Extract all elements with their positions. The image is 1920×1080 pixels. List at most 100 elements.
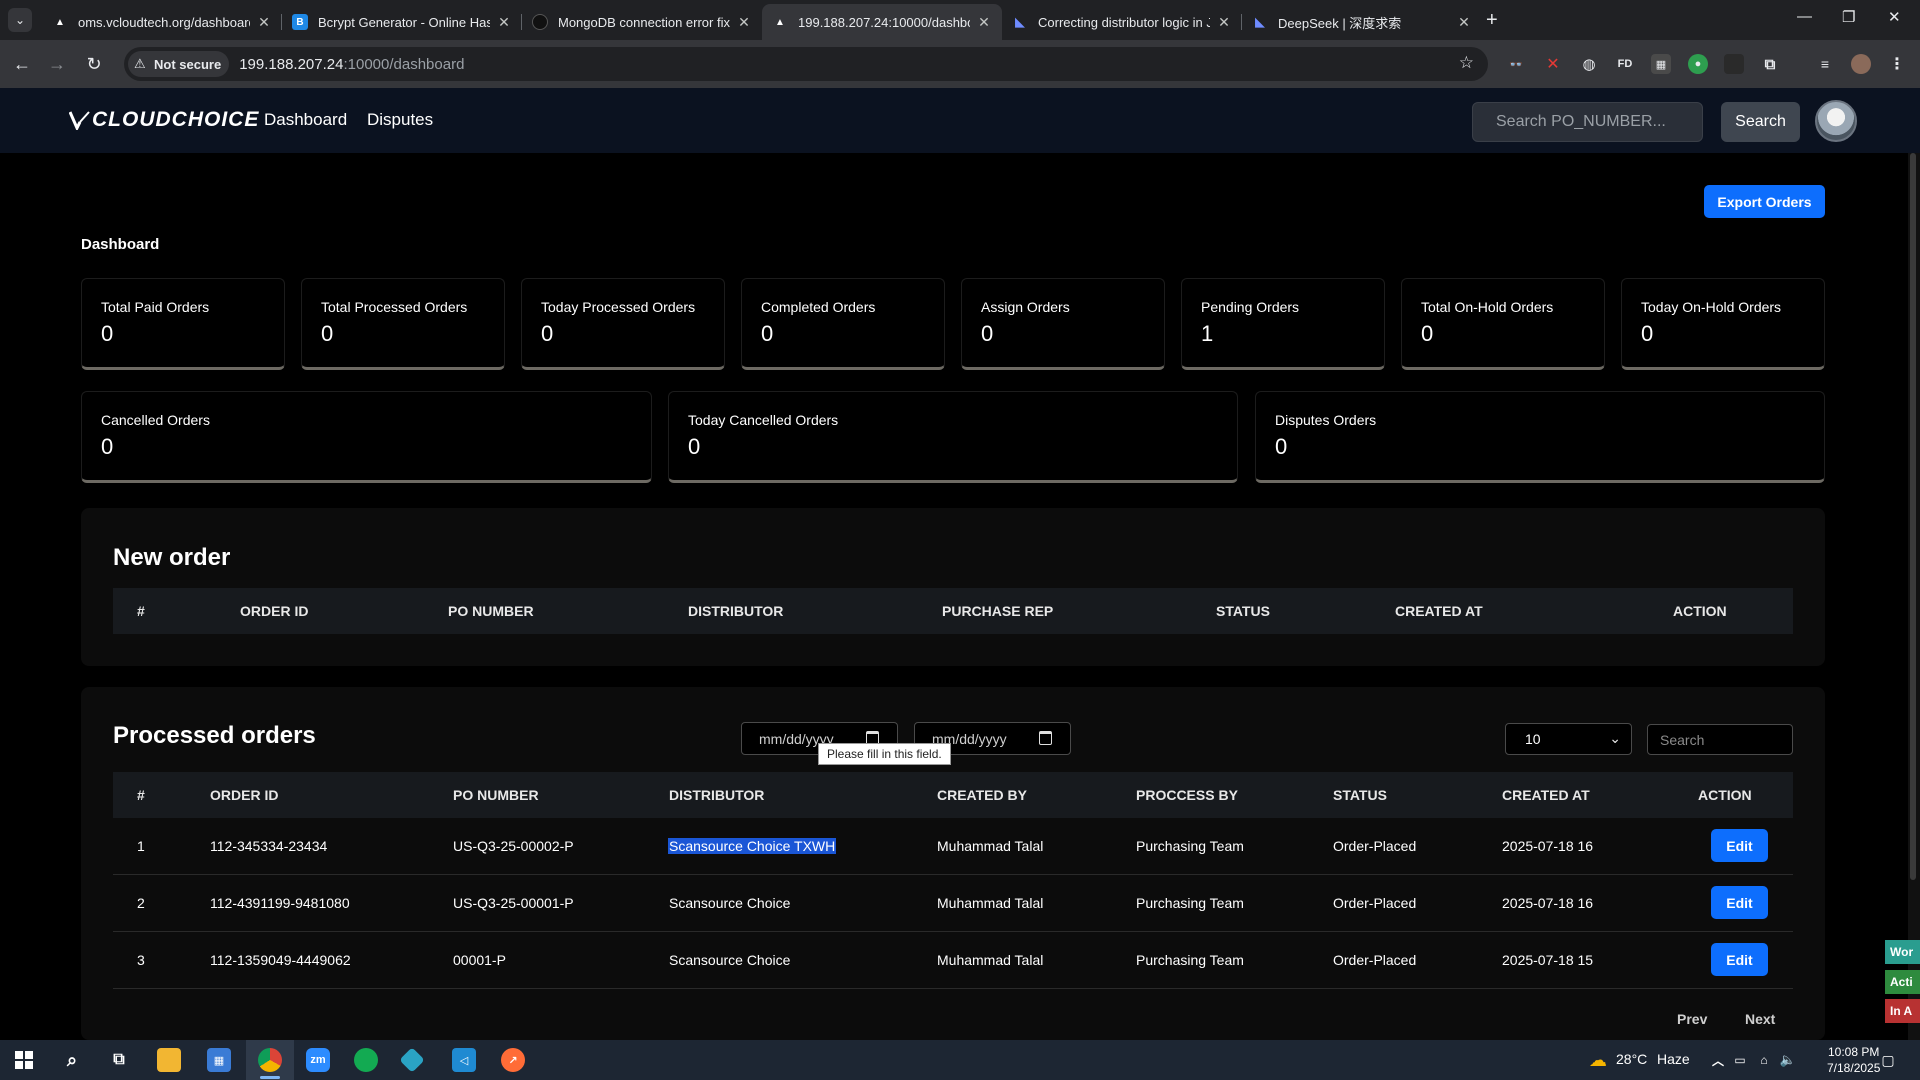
puzzle-ext-icon[interactable]: ⧉ xyxy=(1760,54,1780,74)
file-explorer-icon[interactable] xyxy=(157,1048,181,1072)
status: Order-Placed xyxy=(1333,838,1417,854)
search-icon[interactable]: ⌕ xyxy=(60,1048,84,1072)
edit-button[interactable]: Edit xyxy=(1711,829,1768,862)
back-icon[interactable]: ← xyxy=(10,52,34,76)
close-tab-icon[interactable]: ✕ xyxy=(976,14,992,31)
col-header: PO NUMBER xyxy=(453,787,539,803)
order-id: 112-4391199-9481080 xyxy=(210,895,350,911)
forward-icon[interactable]: → xyxy=(45,52,69,76)
triangle-icon: ▲ xyxy=(775,16,785,28)
browser-tab[interactable]: ◣ Correcting distributor logic in Jo ✕ xyxy=(1002,4,1242,40)
side-tab-active[interactable]: Acti xyxy=(1885,970,1920,994)
browser-tab[interactable]: B Bcrypt Generator - Online Hash ✕ xyxy=(282,4,522,40)
export-orders-button[interactable]: Export Orders xyxy=(1704,185,1825,218)
close-window-icon[interactable]: ✕ xyxy=(1888,8,1901,26)
close-tab-icon[interactable]: ✕ xyxy=(496,14,512,31)
close-tab-icon[interactable]: ✕ xyxy=(1216,14,1232,31)
address-bar[interactable]: ⚠ Not secure 199.188.207.24:10000/dashbo… xyxy=(124,47,1488,81)
stat-value: 0 xyxy=(761,321,774,346)
stat-card: Disputes Orders 0 xyxy=(1255,391,1825,483)
x-ext-icon[interactable]: ✕ xyxy=(1543,54,1563,74)
weather-icon[interactable]: ☁ xyxy=(1586,1048,1610,1072)
media-ext-icon[interactable]: ≡ xyxy=(1815,54,1835,74)
network-icon[interactable]: ⌂ xyxy=(1752,1048,1776,1072)
col-header: CREATED BY xyxy=(937,787,1027,803)
browser-tab[interactable]: MongoDB connection error fix ✕ xyxy=(522,4,762,40)
weather-temp[interactable]: 28°C xyxy=(1616,1051,1647,1067)
next-button[interactable]: Next xyxy=(1745,1011,1775,1033)
app-icon[interactable] xyxy=(399,1047,425,1073)
zoom-icon[interactable]: zm xyxy=(306,1048,330,1072)
created-by: Muhammad Talal xyxy=(937,952,1044,968)
volume-icon[interactable]: 🔈 xyxy=(1776,1048,1800,1072)
postman-icon[interactable]: ↗ xyxy=(501,1048,525,1072)
chrome-icon[interactable] xyxy=(258,1048,282,1072)
green-ext-icon[interactable]: ● xyxy=(1688,54,1708,74)
security-chip[interactable]: ⚠ Not secure xyxy=(128,51,230,77)
nav-link-disputes[interactable]: Disputes xyxy=(367,110,433,130)
calendar-icon[interactable] xyxy=(1039,731,1052,745)
scrollbar-thumb[interactable] xyxy=(1910,153,1916,880)
browser-tab-active[interactable]: ▲ 199.188.207.24:10000/dashboard ✕ xyxy=(762,4,1002,40)
col-header: # xyxy=(137,787,145,803)
battery-icon[interactable]: ▭ xyxy=(1728,1048,1752,1072)
stat-value: 1 xyxy=(1201,321,1214,346)
stat-value: 0 xyxy=(101,434,114,459)
notifications-icon[interactable]: ▢ xyxy=(1876,1048,1900,1072)
deepseek-icon: ◣ xyxy=(1015,14,1025,29)
profile-ext-icon[interactable] xyxy=(1851,54,1871,74)
prev-button[interactable]: Prev xyxy=(1677,1011,1707,1033)
search-button[interactable]: Search xyxy=(1721,102,1800,142)
avatar[interactable] xyxy=(1815,100,1857,142)
page-scrollbar[interactable] xyxy=(1908,153,1920,1040)
triangle-icon: ▲ xyxy=(55,16,65,28)
table-search-input[interactable]: Search xyxy=(1647,724,1793,755)
browser-tab[interactable]: ◣ DeepSeek | 深度求索 ✕ xyxy=(1242,4,1482,40)
close-tab-icon[interactable]: ✕ xyxy=(736,14,752,31)
reload-icon[interactable]: ↻ xyxy=(82,52,106,76)
close-tab-icon[interactable]: ✕ xyxy=(1456,14,1472,31)
created-at: 2025-07-18 15 xyxy=(1502,952,1594,968)
stat-label: Assign Orders xyxy=(981,299,1070,315)
edit-button[interactable]: Edit xyxy=(1711,943,1768,976)
tab-search-menu-icon[interactable]: ⌄ xyxy=(8,8,32,32)
mongodb-compass-icon[interactable] xyxy=(354,1048,378,1072)
brand-logo[interactable]: CLOUDCHOICE xyxy=(69,108,259,132)
stat-label: Today Processed Orders xyxy=(541,299,696,315)
distributor: Scansource Choice xyxy=(669,952,791,968)
more-menu-icon[interactable]: ⋮ xyxy=(1887,54,1907,74)
fd-ext-icon[interactable]: FD xyxy=(1615,54,1635,74)
browser-tab[interactable]: ▲ oms.vcloudtech.org/dashboard ✕ xyxy=(42,4,282,40)
side-tab-work[interactable]: Wor xyxy=(1885,940,1920,964)
windows-start-icon[interactable] xyxy=(12,1048,36,1072)
stat-card: Assign Orders 0 xyxy=(961,278,1165,370)
dark-ext-icon[interactable] xyxy=(1724,54,1744,74)
close-tab-icon[interactable]: ✕ xyxy=(256,14,272,31)
created-by: Muhammad Talal xyxy=(937,838,1044,854)
store-icon[interactable]: ▦ xyxy=(207,1048,231,1072)
globe-ext-icon[interactable]: ◍ xyxy=(1579,54,1599,74)
stat-value: 0 xyxy=(101,321,114,346)
side-tab-inactive[interactable]: In A xyxy=(1885,999,1920,1023)
new-tab-icon[interactable]: + xyxy=(1486,10,1498,30)
table-row: 2 112-4391199-9481080 US-Q3-25-00001-P S… xyxy=(113,875,1793,932)
tray-chevron-up-icon[interactable]: ︿ xyxy=(1706,1048,1730,1072)
glasses-ext-icon[interactable]: 👓 xyxy=(1506,54,1526,74)
image-ext-icon[interactable]: ▦ xyxy=(1651,54,1671,74)
restore-icon[interactable]: ❐ xyxy=(1842,8,1855,26)
po-search-input[interactable]: Search PO_NUMBER... xyxy=(1472,102,1703,142)
edit-button[interactable]: Edit xyxy=(1711,886,1768,919)
tab-title: Bcrypt Generator - Online Hash xyxy=(318,14,490,30)
table-row: 3 112-1359049-4449062 00001-P Scansource… xyxy=(113,932,1793,989)
taskbar-clock[interactable]: 10:08 PM 7/18/2025 xyxy=(1827,1044,1880,1076)
minimize-icon[interactable]: — xyxy=(1797,8,1812,25)
vscode-icon[interactable]: ◁ xyxy=(452,1048,476,1072)
nav-link-dashboard[interactable]: Dashboard xyxy=(264,110,347,130)
col-header: ORDER ID xyxy=(240,603,309,619)
tab-strip: ▲ oms.vcloudtech.org/dashboard ✕ B Bcryp… xyxy=(42,4,1482,40)
task-view-icon[interactable]: ⧉ xyxy=(107,1048,131,1072)
weather-desc[interactable]: Haze xyxy=(1657,1051,1690,1067)
po-number: US-Q3-25-00001-P xyxy=(453,895,574,911)
page-size-select[interactable]: 10 ⌄ xyxy=(1505,723,1632,755)
bookmark-star-icon[interactable]: ☆ xyxy=(1459,53,1474,73)
